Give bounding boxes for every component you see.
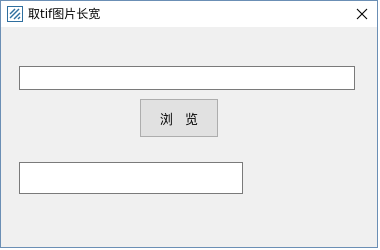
close-button[interactable]	[347, 1, 377, 27]
app-icon	[7, 6, 23, 22]
title-bar[interactable]: 取tif图片长宽	[1, 1, 377, 27]
window-title: 取tif图片长宽	[28, 7, 101, 21]
close-icon	[356, 8, 368, 20]
browse-button-label: 浏 览	[159, 112, 203, 128]
browse-button[interactable]: 浏 览	[140, 99, 218, 137]
app-window: 取tif图片长宽 浏 览	[0, 0, 378, 248]
file-path-input[interactable]	[19, 66, 355, 90]
result-output-field[interactable]	[19, 162, 243, 194]
